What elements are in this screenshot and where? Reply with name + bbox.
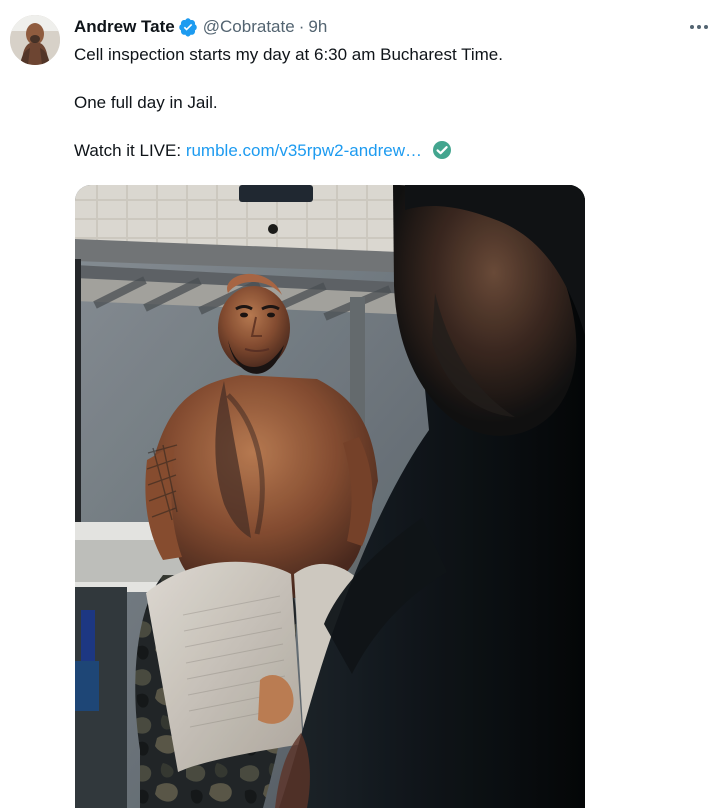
avatar-image: [10, 15, 60, 65]
header-separator: ·: [298, 17, 305, 36]
tweet-text: Cell inspection starts my day at 6:30 am…: [74, 43, 694, 163]
tweet-text-gap: [74, 67, 694, 91]
tweet-time[interactable]: 9h: [308, 14, 327, 40]
more-options-button[interactable]: [686, 16, 712, 38]
green-check-emoji-icon: [432, 140, 452, 160]
tweet-text-line-3: Watch it LIVE: rumble.com/v35rpw2-andrew…: [74, 139, 694, 163]
author-handle[interactable]: @Cobratate: [203, 14, 295, 40]
more-options-icon: [690, 25, 708, 29]
tweet-text-line-1: Cell inspection starts my day at 6:30 am…: [74, 45, 503, 64]
tweet-text-gap: [74, 115, 694, 139]
author-name[interactable]: Andrew Tate: [74, 14, 175, 40]
tweet-card[interactable]: Andrew Tate @Cobratate · 9h Cell inspect…: [0, 0, 722, 808]
tweet-text-line-2: One full day in Jail.: [74, 93, 218, 112]
watch-live-label: Watch it LIVE:: [74, 141, 182, 160]
verified-badge-icon: [178, 17, 198, 37]
tweet-header: Andrew Tate @Cobratate · 9h: [74, 14, 327, 40]
author-avatar[interactable]: [10, 15, 60, 65]
tweet-media[interactable]: [75, 185, 585, 808]
tweet-photo: [75, 185, 585, 808]
rumble-link[interactable]: rumble.com/v35rpw2-andrew…: [186, 141, 422, 160]
